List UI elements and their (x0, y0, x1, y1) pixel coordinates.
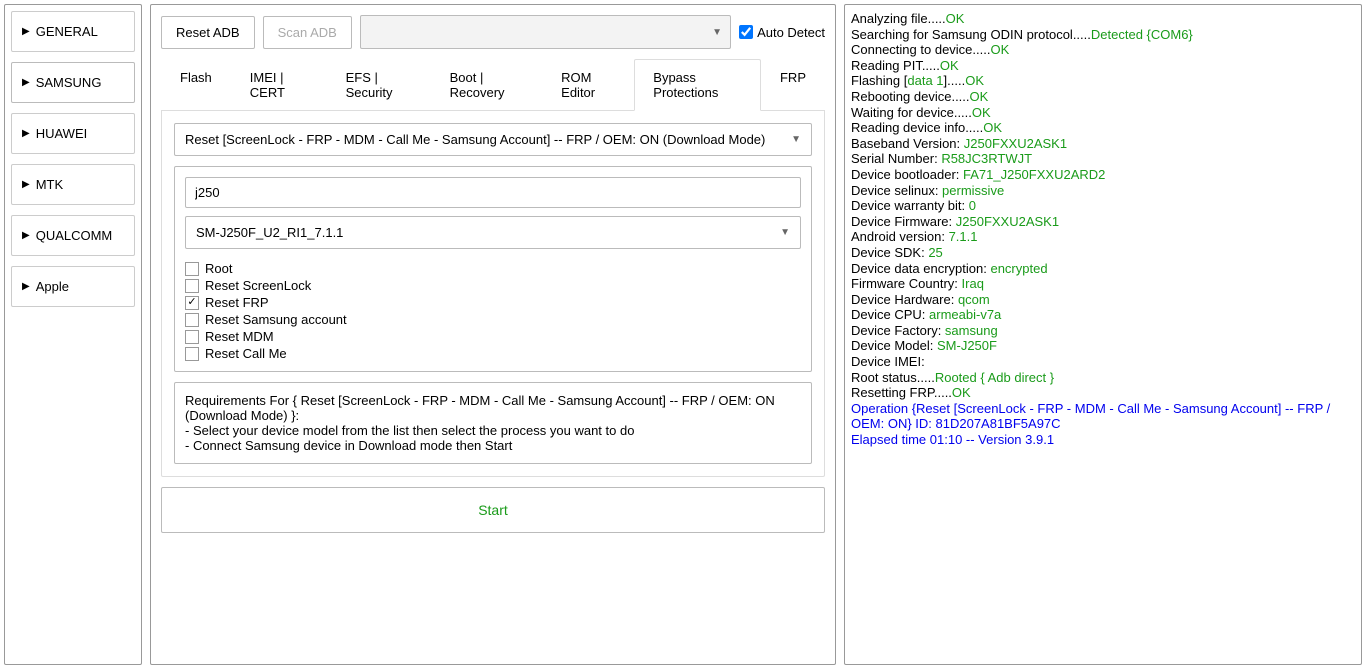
sidebar: ▶ GENERAL ▶ SAMSUNG ▶ HUAWEI ▶ MTK ▶ QUALCOMM ▶ App… (4, 4, 142, 665)
triangle-right-icon: ▶ (22, 230, 30, 241)
requirements-line: - Connect Samsung device in Download mod… (185, 438, 801, 453)
sidebar-item-mtk[interactable]: ▶ MTK (11, 164, 135, 205)
tab-bypass-protections[interactable]: Bypass Protections (634, 59, 761, 111)
option-label: Root (205, 261, 232, 276)
port-select[interactable]: ▼ (360, 15, 731, 49)
sidebar-item-huawei[interactable]: ▶ HUAWEI (11, 113, 135, 154)
auto-detect-input[interactable] (739, 25, 753, 39)
log-line: Device warranty bit: 0 (851, 198, 1355, 214)
model-select[interactable]: SM-J250F_U2_RI1_7.1.1 ▼ (185, 216, 801, 249)
options-list: Root Reset ScreenLock ✓ Reset FRP Reset Sams… (185, 261, 801, 361)
log-line: Device Model: SM-J250F (851, 338, 1355, 354)
chevron-down-icon: ▼ (791, 134, 801, 145)
option-reset-call-me[interactable]: Reset Call Me (185, 346, 801, 361)
option-label: Reset ScreenLock (205, 278, 311, 293)
chevron-down-icon: ▼ (712, 27, 722, 38)
sidebar-item-samsung[interactable]: ▶ SAMSUNG (11, 62, 135, 103)
triangle-right-icon: ▶ (22, 26, 30, 37)
checkbox-icon[interactable] (185, 313, 199, 327)
requirements-box: Requirements For { Reset [ScreenLock - F… (174, 382, 812, 464)
log-panel: Analyzing file.....OKSearching for Samsu… (844, 4, 1362, 665)
log-line: Operation {Reset [ScreenLock - FRP - MDM… (851, 401, 1355, 432)
checkbox-icon[interactable] (185, 330, 199, 344)
sidebar-item-label: QUALCOMM (36, 228, 113, 243)
option-reset-screenlock[interactable]: Reset ScreenLock (185, 278, 801, 293)
operation-select-value: Reset [ScreenLock - FRP - MDM - Call Me … (185, 132, 765, 147)
log-line: Searching for Samsung ODIN protocol.....… (851, 27, 1355, 43)
option-label: Reset FRP (205, 295, 269, 310)
log-line: Device Hardware: qcom (851, 292, 1355, 308)
log-line: Device data encryption: encrypted (851, 261, 1355, 277)
toolbar: Reset ADB Scan ADB ▼ Auto Detect (161, 15, 825, 49)
option-root[interactable]: Root (185, 261, 801, 276)
tab-efs-security[interactable]: EFS | Security (327, 59, 431, 110)
checkbox-icon[interactable]: ✓ (185, 296, 199, 310)
checkbox-icon[interactable] (185, 262, 199, 276)
log-line: Reading device info.....OK (851, 120, 1355, 136)
log-line: Root status.....Rooted { Adb direct } (851, 370, 1355, 386)
sidebar-item-general[interactable]: ▶ GENERAL (11, 11, 135, 52)
tabs: FlashIMEI | CERTEFS | SecurityBoot | Rec… (161, 59, 825, 111)
main-panel: Reset ADB Scan ADB ▼ Auto Detect FlashIM… (150, 4, 836, 665)
auto-detect-checkbox[interactable]: Auto Detect (739, 25, 825, 40)
log-line: Device selinux: permissive (851, 183, 1355, 199)
triangle-right-icon: ▶ (22, 281, 30, 292)
log-line: Firmware Country: Iraq (851, 276, 1355, 292)
model-select-value: SM-J250F_U2_RI1_7.1.1 (196, 225, 343, 240)
sidebar-item-label: HUAWEI (36, 126, 88, 141)
tab-panel: Reset [ScreenLock - FRP - MDM - Call Me … (161, 111, 825, 477)
triangle-right-icon: ▶ (22, 128, 30, 139)
option-label: Reset Samsung account (205, 312, 347, 327)
log-line: Waiting for device.....OK (851, 105, 1355, 121)
tab-boot-recovery[interactable]: Boot | Recovery (431, 59, 543, 110)
requirements-title: Requirements For { Reset [ScreenLock - F… (185, 393, 801, 423)
sidebar-item-label: SAMSUNG (36, 75, 102, 90)
search-input[interactable] (185, 177, 801, 208)
log-line: Device SDK: 25 (851, 245, 1355, 261)
log-line: Device Firmware: J250FXXU2ASK1 (851, 214, 1355, 230)
sidebar-item-label: Apple (36, 279, 69, 294)
sidebar-item-qualcomm[interactable]: ▶ QUALCOMM (11, 215, 135, 256)
start-button[interactable]: Start (161, 487, 825, 533)
log-line: Device bootloader: FA71_J250FXXU2ARD2 (851, 167, 1355, 183)
log-line: Device IMEI: (851, 354, 1355, 370)
option-reset-mdm[interactable]: Reset MDM (185, 329, 801, 344)
option-label: Reset Call Me (205, 346, 287, 361)
chevron-down-icon: ▼ (780, 227, 790, 238)
triangle-right-icon: ▶ (22, 179, 30, 190)
tab-rom-editor[interactable]: ROM Editor (542, 59, 634, 110)
requirements-line: - Select your device model from the list… (185, 423, 801, 438)
triangle-right-icon: ▶ (22, 77, 30, 88)
checkbox-icon[interactable] (185, 279, 199, 293)
log-line: Flashing [data 1].....OK (851, 73, 1355, 89)
log-line: Device Factory: samsung (851, 323, 1355, 339)
log-line: Android version: 7.1.1 (851, 229, 1355, 245)
checkbox-icon[interactable] (185, 347, 199, 361)
log-line: Reading PIT.....OK (851, 58, 1355, 74)
log-line: Elapsed time 01:10 -- Version 3.9.1 (851, 432, 1355, 448)
log-line: Baseband Version: J250FXXU2ASK1 (851, 136, 1355, 152)
option-reset-samsung-account[interactable]: Reset Samsung account (185, 312, 801, 327)
tab-flash[interactable]: Flash (161, 59, 231, 110)
log-line: Analyzing file.....OK (851, 11, 1355, 27)
log-line: Connecting to device.....OK (851, 42, 1355, 58)
reset-adb-button[interactable]: Reset ADB (161, 16, 255, 49)
device-box: SM-J250F_U2_RI1_7.1.1 ▼ Root Reset Screen… (174, 166, 812, 372)
scan-adb-button[interactable]: Scan ADB (263, 16, 352, 49)
sidebar-item-label: MTK (36, 177, 63, 192)
tab-imei-cert[interactable]: IMEI | CERT (231, 59, 327, 110)
sidebar-item-apple[interactable]: ▶ Apple (11, 266, 135, 307)
operation-select[interactable]: Reset [ScreenLock - FRP - MDM - Call Me … (174, 123, 812, 156)
log-line: Rebooting device.....OK (851, 89, 1355, 105)
log-line: Device CPU: armeabi-v7a (851, 307, 1355, 323)
log-line: Resetting FRP.....OK (851, 385, 1355, 401)
option-label: Reset MDM (205, 329, 274, 344)
option-reset-frp[interactable]: ✓ Reset FRP (185, 295, 801, 310)
log-line: Serial Number: R58JC3RTWJT (851, 151, 1355, 167)
tab-frp[interactable]: FRP (761, 59, 825, 110)
sidebar-item-label: GENERAL (36, 24, 98, 39)
auto-detect-label: Auto Detect (757, 25, 825, 40)
